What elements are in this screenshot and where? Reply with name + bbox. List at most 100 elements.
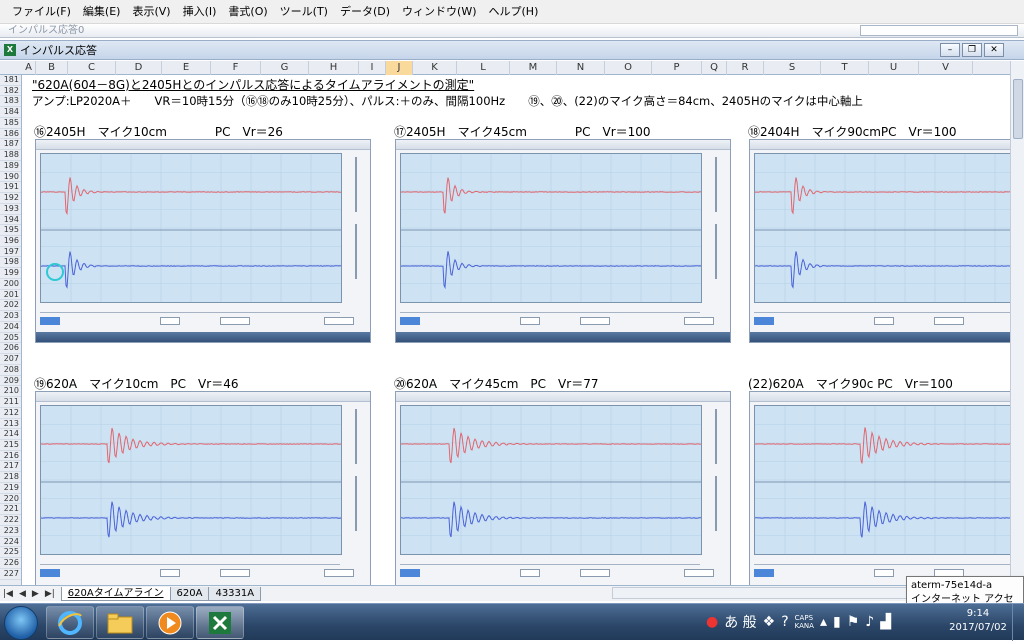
column-header[interactable]: I <box>359 61 386 75</box>
menu-item[interactable]: データ(D) <box>334 1 396 23</box>
row-header[interactable]: 197 <box>0 247 21 258</box>
column-header[interactable]: Q <box>702 61 727 75</box>
row-header[interactable]: 215 <box>0 440 21 451</box>
row-header[interactable]: 214 <box>0 429 21 440</box>
row-header[interactable]: 200 <box>0 279 21 290</box>
row-header[interactable]: 221 <box>0 504 21 515</box>
row-header[interactable]: 182 <box>0 86 21 97</box>
row-header[interactable]: 225 <box>0 547 21 558</box>
row-header[interactable]: 212 <box>0 408 21 419</box>
row-header[interactable]: 190 <box>0 172 21 183</box>
row-header[interactable]: 196 <box>0 236 21 247</box>
tray-up-icon[interactable]: ▴ <box>820 614 827 630</box>
row-header[interactable]: 189 <box>0 161 21 172</box>
row-header[interactable]: 216 <box>0 451 21 462</box>
column-header[interactable]: R <box>727 61 764 75</box>
row-header[interactable]: 195 <box>0 225 21 236</box>
row-header[interactable]: 199 <box>0 268 21 279</box>
column-header[interactable]: V <box>919 61 973 75</box>
volume-icon[interactable]: ♪ <box>865 614 874 630</box>
sheet-grid[interactable]: "620A(604－8G)と2405Hとのインパルス応答によるタイムアライメント… <box>22 75 1010 585</box>
row-header[interactable]: 188 <box>0 150 21 161</box>
column-header[interactable]: O <box>605 61 652 75</box>
name-box[interactable] <box>860 25 1018 36</box>
row-header[interactable]: 181 <box>0 75 21 86</box>
row-header[interactable]: 192 <box>0 193 21 204</box>
row-header[interactable]: 209 <box>0 376 21 387</box>
row-header[interactable]: 185 <box>0 118 21 129</box>
menu-item[interactable]: 書式(O) <box>222 1 273 23</box>
menu-item[interactable]: 編集(E) <box>77 1 127 23</box>
row-header[interactable]: 201 <box>0 290 21 301</box>
row-header[interactable]: 204 <box>0 322 21 333</box>
menu-item[interactable]: ヘルプ(H) <box>483 1 545 23</box>
column-header[interactable]: G <box>261 61 309 75</box>
column-header[interactable]: H <box>309 61 359 75</box>
tab-prev-icon[interactable]: ◀ <box>16 589 29 599</box>
menu-item[interactable]: 表示(V) <box>126 1 176 23</box>
close-button[interactable]: ✕ <box>984 43 1004 57</box>
menu-item[interactable]: ウィンドウ(W) <box>396 1 482 23</box>
column-header[interactable]: B <box>36 61 68 75</box>
row-header[interactable]: 205 <box>0 333 21 344</box>
row-header[interactable]: 208 <box>0 365 21 376</box>
row-header[interactable]: 227 <box>0 569 21 580</box>
show-desktop-button[interactable] <box>1012 604 1024 641</box>
internet-explorer-icon[interactable] <box>46 606 94 639</box>
tab-first-icon[interactable]: |◀ <box>0 589 16 599</box>
tab-last-icon[interactable]: ▶| <box>42 589 58 599</box>
row-header[interactable]: 224 <box>0 537 21 548</box>
menu-item[interactable]: ツール(T) <box>274 1 334 23</box>
column-header[interactable]: T <box>821 61 869 75</box>
row-header[interactable]: 186 <box>0 129 21 140</box>
row-header[interactable]: 202 <box>0 300 21 311</box>
row-header[interactable]: 226 <box>0 558 21 569</box>
restore-button[interactable]: ❐ <box>962 43 982 57</box>
help-icon[interactable]: ? <box>781 614 788 630</box>
excel-taskbar-icon[interactable] <box>196 606 244 639</box>
row-header[interactable]: 210 <box>0 386 21 397</box>
battery-icon[interactable]: ▮ <box>833 614 841 630</box>
network-icon[interactable]: ▟ <box>880 614 891 630</box>
row-header[interactable]: 211 <box>0 397 21 408</box>
row-header[interactable]: 219 <box>0 483 21 494</box>
row-header[interactable]: 222 <box>0 515 21 526</box>
ime-mode[interactable]: あ 般 <box>724 612 756 632</box>
tab-next-icon[interactable]: ▶ <box>29 589 42 599</box>
row-header[interactable]: 187 <box>0 139 21 150</box>
row-header[interactable]: 183 <box>0 96 21 107</box>
column-header[interactable]: D <box>116 61 162 75</box>
column-header[interactable]: P <box>652 61 702 75</box>
scroll-thumb[interactable] <box>1013 79 1023 139</box>
column-header[interactable]: L <box>457 61 510 75</box>
column-header[interactable]: M <box>510 61 557 75</box>
row-header[interactable]: 191 <box>0 182 21 193</box>
row-header[interactable]: 206 <box>0 343 21 354</box>
row-header[interactable]: 194 <box>0 215 21 226</box>
row-header[interactable]: 220 <box>0 494 21 505</box>
minimize-button[interactable]: – <box>940 43 960 57</box>
action-center-icon[interactable]: ⚑ <box>847 614 860 630</box>
row-header[interactable]: 217 <box>0 461 21 472</box>
column-header[interactable]: N <box>557 61 605 75</box>
row-header[interactable]: 218 <box>0 472 21 483</box>
ime-tools-icon[interactable]: ❖ <box>763 614 776 630</box>
file-explorer-icon[interactable] <box>96 606 144 639</box>
menu-item[interactable]: ファイル(F) <box>6 1 77 23</box>
row-header[interactable]: 193 <box>0 204 21 215</box>
ime-icon[interactable]: ● <box>706 614 718 630</box>
vertical-scrollbar[interactable] <box>1010 61 1024 585</box>
menu-item[interactable]: 挿入(I) <box>177 1 223 23</box>
row-header[interactable]: 203 <box>0 311 21 322</box>
column-header[interactable]: K <box>413 61 457 75</box>
row-header[interactable]: 213 <box>0 419 21 430</box>
column-header[interactable]: U <box>869 61 919 75</box>
column-header[interactable]: E <box>162 61 211 75</box>
column-header[interactable]: S <box>764 61 821 75</box>
column-header[interactable]: C <box>68 61 116 75</box>
media-player-icon[interactable] <box>146 606 194 639</box>
sheet-tab[interactable]: 43331A <box>208 587 261 601</box>
start-button[interactable] <box>4 606 38 640</box>
row-header[interactable]: 198 <box>0 257 21 268</box>
row-header[interactable]: 207 <box>0 354 21 365</box>
